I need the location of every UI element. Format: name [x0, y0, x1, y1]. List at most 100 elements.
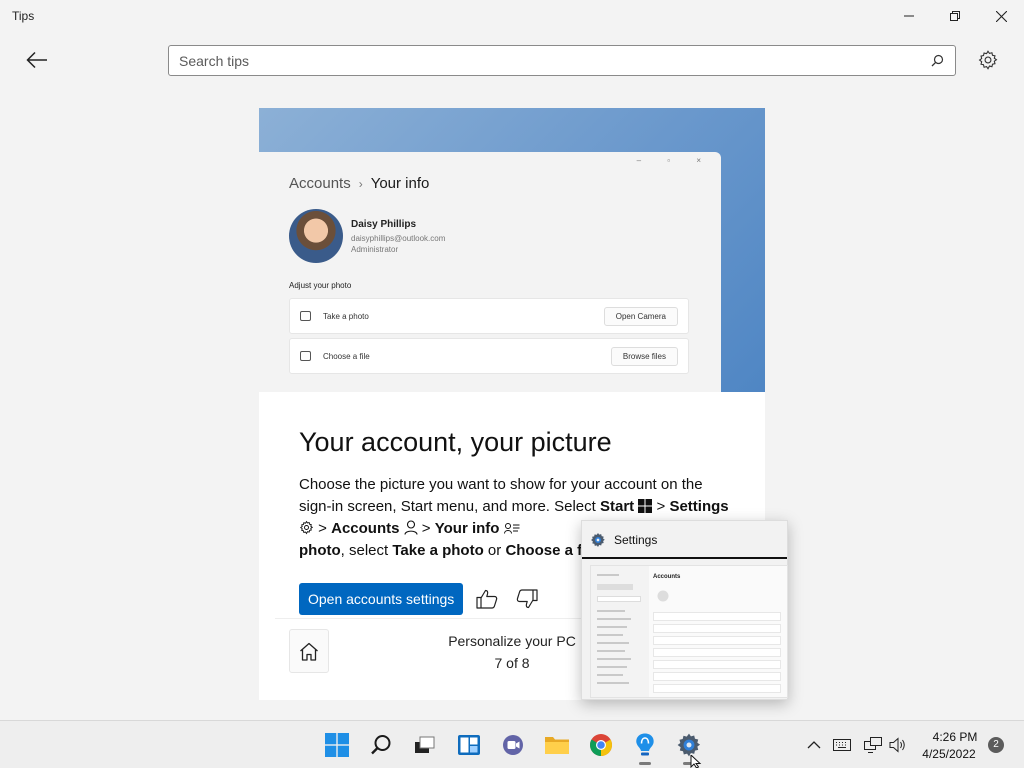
tip-bold-settings: Settings: [669, 498, 729, 515]
mock-user-name: Daisy Phillips: [351, 219, 417, 230]
preview-row: [653, 612, 781, 621]
tip-bold-take-photo: Take a photo: [392, 542, 484, 559]
tip-text: >: [652, 498, 670, 515]
preview-line: [597, 658, 631, 660]
widgets-button[interactable]: [453, 729, 485, 761]
mock-browse-files-button: Browse files: [610, 347, 678, 366]
thumbs-up-button[interactable]: [473, 586, 501, 612]
mock-settings-window: – ▫ × Accounts › Your info Daisy Phillips …: [259, 152, 721, 392]
app-title: Tips: [12, 9, 35, 23]
tip-text: >: [314, 520, 332, 537]
mock-row-label: Choose a file: [323, 352, 370, 361]
mock-breadcrumb-current: Your info: [370, 175, 430, 192]
preview-title: Settings: [614, 533, 658, 547]
show-hidden-icons-button[interactable]: [803, 733, 825, 757]
arrow-left-icon: [26, 51, 47, 69]
file-explorer-button[interactable]: [541, 729, 573, 761]
settings-app-icon: [591, 533, 605, 547]
preview-line: [597, 666, 627, 668]
person-icon: [657, 590, 669, 602]
notification-count-badge[interactable]: 2: [988, 737, 1004, 753]
thumbs-down-icon: [516, 589, 538, 609]
start-icon: [325, 733, 349, 757]
preview-header: Settings: [582, 521, 787, 559]
tip-text: or: [483, 542, 506, 559]
tip-title: Your account, your picture: [299, 427, 612, 457]
open-accounts-settings-button[interactable]: Open accounts settings: [299, 583, 464, 615]
title-bar: Tips: [0, 0, 1024, 32]
file-explorer-icon: [545, 737, 569, 754]
preview-line: [597, 650, 625, 652]
clock-time[interactable]: 4:26 PM: [920, 730, 990, 744]
mock-user-role: Administrator: [351, 245, 399, 254]
network-button[interactable]: [862, 733, 884, 757]
chevron-up-icon: [807, 741, 821, 749]
preview-content: Accounts: [590, 565, 788, 698]
preview-line: [597, 642, 629, 644]
preview-line: [597, 618, 631, 620]
volume-button[interactable]: [887, 733, 909, 757]
back-button[interactable]: [20, 44, 54, 76]
mock-take-photo-row: Take a photo Open Camera: [289, 298, 689, 334]
preview-row: [653, 636, 781, 645]
search-icon[interactable]: [929, 53, 945, 69]
preview-line: [597, 610, 625, 612]
tips-app-button[interactable]: [629, 729, 661, 765]
close-icon: [995, 10, 1007, 22]
preview-line: [597, 626, 627, 628]
keyboard-icon: [833, 739, 851, 751]
preview-profile: [653, 586, 781, 606]
mock-adjust-heading: Adjust your photo: [289, 281, 352, 290]
mock-breadcrumb-parent: Accounts: [289, 175, 351, 192]
preview-section-title: Accounts: [653, 574, 681, 580]
mock-user-email: daisyphillips@outlook.com: [351, 234, 446, 243]
chat-icon: [503, 735, 523, 755]
search-box[interactable]: [168, 45, 956, 76]
tip-hero-image: – ▫ × Accounts › Your info Daisy Phillips …: [259, 108, 765, 392]
chat-button[interactable]: [497, 729, 529, 761]
search-input[interactable]: [179, 52, 919, 70]
running-indicator: [639, 762, 651, 765]
minimize-button[interactable]: [886, 0, 932, 32]
chrome-button[interactable]: [585, 729, 617, 761]
mock-choose-file-row: Choose a file Browse files: [289, 338, 689, 374]
restore-button[interactable]: [932, 0, 978, 32]
preview-row: [653, 672, 781, 681]
preview-row: [653, 648, 781, 657]
person-icon: [404, 520, 418, 535]
task-view-icon: [415, 736, 435, 753]
tip-bold-your-info: Your info: [434, 520, 500, 537]
mock-row-label: Take a photo: [323, 312, 369, 321]
start-button[interactable]: [321, 729, 353, 761]
thumbs-down-button[interactable]: [513, 586, 541, 612]
preview-row: [653, 624, 781, 633]
taskbar: 4:26 PM 4/25/2022 2: [0, 720, 1024, 768]
close-button[interactable]: [978, 0, 1024, 32]
mock-breadcrumb: Accounts › Your info: [289, 175, 429, 192]
task-view-button[interactable]: [408, 729, 440, 761]
restore-icon: [950, 11, 960, 21]
settings-window-preview[interactable]: Settings Accounts: [581, 520, 788, 700]
avatar: [289, 209, 343, 263]
mock-open-camera-button: Open Camera: [603, 307, 678, 326]
preview-line: [597, 682, 629, 684]
taskbar-search-button[interactable]: [365, 729, 397, 761]
preview-line: [597, 596, 641, 602]
tip-text: >: [417, 520, 435, 537]
mock-window-controls: – ▫ ×: [636, 156, 713, 165]
preview-line: [597, 674, 623, 676]
network-icon: [864, 737, 882, 753]
clock-date[interactable]: 4/25/2022: [914, 747, 984, 761]
chrome-icon: [590, 734, 612, 756]
preview-row: [653, 684, 781, 693]
settings-button[interactable]: [972, 44, 1004, 76]
keyboard-button[interactable]: [831, 733, 853, 757]
preview-line: [597, 634, 623, 636]
gear-icon: [299, 520, 314, 535]
preview-line: [597, 584, 633, 590]
tip-bold-start: Start: [599, 498, 635, 515]
tip-bold-photo: photo: [299, 542, 341, 559]
tips-icon: [636, 733, 654, 756]
preview-row: [653, 660, 781, 669]
gear-icon: [978, 50, 998, 70]
